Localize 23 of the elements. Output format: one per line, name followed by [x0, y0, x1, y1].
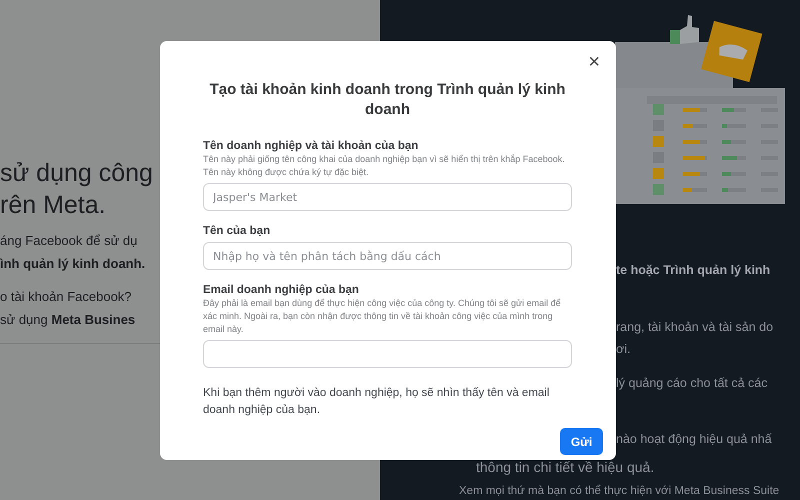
- info-text: Khi bạn thêm người vào doanh nghiệp, họ sẽ nhìn thấy tên và email doanh nghiệp của bạn.: [203, 386, 550, 418]
- help-text: Tên này phải giống tên công khai của doanh nghiệp bạn vì sẽ hiển thị trên khắp Facebook. Tên này không được chứa ký tự đặc biệt.: [203, 153, 566, 179]
- input-field[interactable]: Nhập họ và tên phân tách bằng dấu cách: [203, 242, 572, 270]
- paragraph-line: Xem mọi thứ mà bạn có thể thực hiện với Meta Business Suite: [459, 484, 780, 499]
- paragraph-line: te hoặc Trình quản lý kinh: [616, 262, 770, 279]
- submit-button[interactable]: Gửi: [560, 428, 603, 455]
- paragraph-line: o tài khoản Facebook?: [0, 288, 132, 306]
- field-label: Tên doanh nghiệp và tài khoản của bạn: [203, 139, 420, 153]
- paragraph-line: ơi.: [616, 341, 630, 358]
- paragraph-line: rang, tài khoản và tài sản do: [616, 319, 774, 336]
- dialog-title: Tạo tài khoản kinh doanh trong Trình quản lý kinh doanh: [208, 80, 566, 120]
- input-field[interactable]: [203, 340, 572, 368]
- paragraph-line: nào hoạt động hiệu quả nhấ: [616, 431, 772, 448]
- heading-line: rên Meta.: [0, 190, 107, 221]
- close-button[interactable]: ×: [584, 51, 604, 73]
- paragraph-line: áng Facebook để sử dụ: [0, 232, 138, 250]
- help-text: Đây phải là email bạn dùng để thực hiện công việc của công ty. Chúng tôi sẽ gửi email để xác minh. Ngoài ra, bạn còn nhận được thông tin về tài khoản công việc của mình trong email này.: [203, 297, 562, 336]
- field-label: Tên của bạn: [203, 224, 272, 238]
- heading-line: sử dụng công: [0, 158, 154, 189]
- paragraph-line: lý quảng cáo cho tất cả các: [616, 375, 768, 392]
- paragraph-line: thông tin chi tiết về hiệu quả.: [476, 458, 654, 477]
- paragraph-line: sử dụng Meta Busines: [0, 311, 136, 329]
- field-label: Email doanh nghiệp của bạn: [203, 283, 360, 297]
